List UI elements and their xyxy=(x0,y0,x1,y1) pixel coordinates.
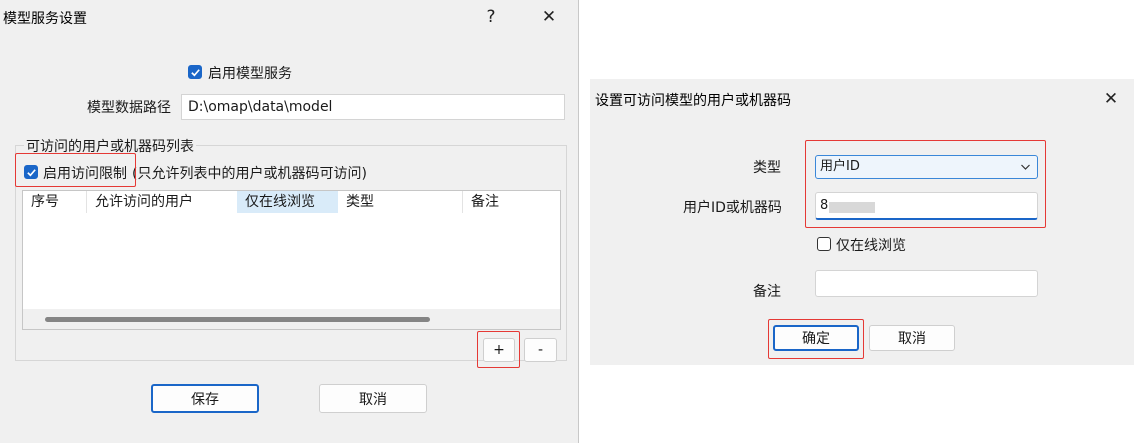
column-header-user[interactable]: 允许访问的用户 xyxy=(87,191,237,213)
ok-highlight-box xyxy=(768,319,864,359)
help-button[interactable]: ? xyxy=(480,6,502,28)
model-service-settings-dialog: 模型服务设置 ? ✕ 启用模型服务 模型数据路径 D:\omap\data\mo… xyxy=(0,0,579,443)
column-header-type[interactable]: 类型 xyxy=(338,191,462,213)
model-path-label: 模型数据路径 xyxy=(87,100,171,116)
column-header-remark[interactable]: 备注 xyxy=(463,191,553,213)
type-label: 类型 xyxy=(753,160,781,176)
type-id-highlight-box xyxy=(805,140,1046,228)
horizontal-scrollbar[interactable] xyxy=(23,309,560,329)
access-list-view[interactable]: 序号 允许访问的用户 仅在线浏览 类型 备注 xyxy=(22,190,561,330)
dialog-title: 模型服务设置 xyxy=(3,11,87,27)
restriction-highlight-box xyxy=(15,153,136,187)
scrollbar-thumb[interactable] xyxy=(45,317,430,322)
cancel-button[interactable]: 取消 xyxy=(869,325,955,351)
enable-service-checkbox[interactable] xyxy=(188,65,202,79)
close-button[interactable]: ✕ xyxy=(1100,88,1122,110)
save-button[interactable]: 保存 xyxy=(151,384,259,413)
access-entry-dialog: 设置可访问模型的用户或机器码 ✕ 类型 用户ID 用户ID或机器码 8 仅在线浏… xyxy=(590,79,1134,365)
id-label: 用户ID或机器码 xyxy=(683,200,782,216)
list-header: 序号 允许访问的用户 仅在线浏览 类型 备注 xyxy=(23,191,553,213)
remark-input[interactable] xyxy=(815,270,1038,297)
online-only-label: 仅在线浏览 xyxy=(836,238,906,254)
remove-button[interactable]: - xyxy=(524,338,557,362)
online-only-checkbox[interactable] xyxy=(817,237,831,251)
add-highlight-box xyxy=(477,331,520,368)
cancel-button[interactable]: 取消 xyxy=(319,384,427,413)
column-header-index[interactable]: 序号 xyxy=(23,191,86,213)
enable-restriction-note: (只允许列表中的用户或机器码可访问) xyxy=(132,166,367,182)
remark-label: 备注 xyxy=(753,284,781,300)
check-icon xyxy=(190,68,200,76)
enable-service-label: 启用模型服务 xyxy=(208,66,292,82)
model-path-input[interactable]: D:\omap\data\model xyxy=(181,94,565,120)
column-header-online-only[interactable]: 仅在线浏览 xyxy=(237,191,338,213)
dialog-title: 设置可访问模型的用户或机器码 xyxy=(595,93,791,109)
close-button[interactable]: ✕ xyxy=(538,6,560,28)
